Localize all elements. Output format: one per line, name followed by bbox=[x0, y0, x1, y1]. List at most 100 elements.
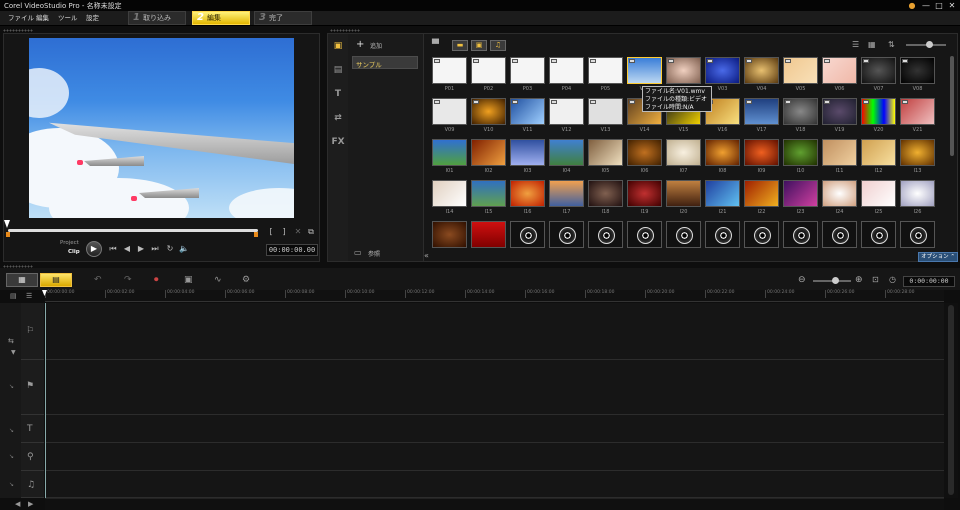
motion-track-icon[interactable]: ⚙ bbox=[242, 275, 250, 285]
track-link-icon[interactable]: ↘ bbox=[9, 427, 14, 434]
minimize-button[interactable]: — bbox=[920, 0, 932, 11]
music-track-header[interactable]: ♫ bbox=[21, 471, 44, 498]
media-thumbnail[interactable] bbox=[744, 139, 779, 166]
media-thumbnail[interactable] bbox=[627, 139, 662, 166]
media-thumbnail[interactable] bbox=[666, 180, 701, 207]
media-thumbnail[interactable] bbox=[471, 139, 506, 166]
scrub-bar[interactable] bbox=[8, 229, 258, 232]
media-thumbnail[interactable] bbox=[783, 180, 818, 207]
media-thumbnail[interactable] bbox=[549, 98, 584, 125]
add-folder-label[interactable]: 追加 bbox=[370, 41, 382, 50]
project-mode-label[interactable]: Project bbox=[60, 240, 79, 246]
track-link-icon[interactable]: ↘ bbox=[9, 481, 14, 488]
title-icon[interactable]: T bbox=[331, 88, 345, 100]
media-thumbnail[interactable] bbox=[432, 139, 467, 166]
sort-icon[interactable]: ⇅ bbox=[888, 40, 895, 49]
thumbnail-checkbox[interactable] bbox=[785, 100, 791, 104]
thumbnail-checkbox[interactable] bbox=[473, 59, 479, 63]
media-thumbnail[interactable] bbox=[510, 57, 545, 84]
zoom-knob[interactable] bbox=[832, 277, 839, 284]
redo-icon[interactable]: ↷ bbox=[124, 275, 132, 285]
title-track[interactable] bbox=[45, 415, 944, 443]
thumbnail-checkbox[interactable] bbox=[434, 100, 440, 104]
copy-icon[interactable]: ⧉ bbox=[306, 227, 316, 237]
media-thumbnail[interactable] bbox=[588, 180, 623, 207]
media-thumbnail[interactable] bbox=[861, 57, 896, 84]
media-thumbnail[interactable] bbox=[588, 139, 623, 166]
media-thumbnail[interactable] bbox=[822, 139, 857, 166]
media-thumbnail[interactable] bbox=[861, 139, 896, 166]
thumbnail-checkbox[interactable] bbox=[551, 100, 557, 104]
maximize-button[interactable]: □ bbox=[933, 0, 945, 11]
overlay-track[interactable] bbox=[45, 360, 944, 415]
play-button[interactable]: ▶ bbox=[86, 241, 102, 257]
media-thumbnail[interactable] bbox=[432, 221, 467, 248]
trim-start-handle[interactable] bbox=[6, 232, 10, 237]
media-thumbnail[interactable] bbox=[900, 98, 935, 125]
playhead-marker[interactable] bbox=[4, 220, 10, 228]
zoom-out-icon[interactable]: ⊖ bbox=[798, 275, 806, 285]
media-thumbnail[interactable] bbox=[744, 180, 779, 207]
menu-edit[interactable]: 編集 bbox=[36, 13, 49, 24]
title-track-header[interactable]: T bbox=[21, 415, 44, 443]
media-icon[interactable]: ▣ bbox=[331, 40, 345, 52]
step-capture[interactable]: 1 取り込み bbox=[128, 11, 186, 25]
menu-settings[interactable]: 設定 bbox=[86, 13, 99, 24]
thumbnail-checkbox[interactable] bbox=[473, 100, 479, 104]
record-icon[interactable]: ⏺ bbox=[154, 275, 159, 285]
media-thumbnail[interactable] bbox=[549, 139, 584, 166]
track-manager-icon[interactable]: ▤ bbox=[10, 292, 17, 300]
media-thumbnail[interactable] bbox=[900, 57, 935, 84]
repeat-icon[interactable]: ↻ bbox=[165, 244, 175, 254]
media-thumbnail[interactable] bbox=[822, 98, 857, 125]
show-video-button[interactable]: ▬ bbox=[452, 40, 468, 51]
audio-thumbnail[interactable] bbox=[861, 221, 896, 248]
audio-thumbnail[interactable] bbox=[744, 221, 779, 248]
media-thumbnail[interactable] bbox=[861, 98, 896, 125]
timeline-horizontal-scrollbar[interactable] bbox=[45, 498, 944, 510]
media-thumbnail[interactable] bbox=[900, 139, 935, 166]
mark-out-button[interactable]: ] bbox=[279, 227, 289, 237]
timeline-timecode[interactable]: 0:00:00:00 bbox=[903, 276, 955, 287]
folder-icon[interactable]: ▀ bbox=[432, 40, 439, 50]
help-icon[interactable]: ● bbox=[906, 0, 918, 11]
preview-video[interactable] bbox=[29, 38, 294, 218]
thumbnail-checkbox[interactable] bbox=[902, 100, 908, 104]
panel-grip[interactable] bbox=[3, 29, 33, 32]
thumbnail-checkbox[interactable] bbox=[824, 59, 830, 63]
media-thumbnail[interactable] bbox=[705, 57, 740, 84]
thumbnail-checkbox[interactable] bbox=[785, 59, 791, 63]
menu-tools[interactable]: ツール bbox=[58, 13, 78, 24]
media-thumbnail[interactable] bbox=[783, 57, 818, 84]
next-frame-icon[interactable]: ▶ bbox=[136, 244, 146, 254]
media-thumbnail[interactable] bbox=[588, 57, 623, 84]
thumbnail-checkbox[interactable] bbox=[824, 100, 830, 104]
fit-project-icon[interactable]: ⊡ bbox=[872, 275, 879, 284]
dropdown-icon[interactable]: ▼ bbox=[11, 349, 16, 356]
media-thumbnail[interactable] bbox=[471, 180, 506, 207]
show-photo-button[interactable]: ▣ bbox=[471, 40, 487, 51]
media-thumbnail[interactable] bbox=[432, 180, 467, 207]
thumbnail-checkbox[interactable] bbox=[590, 100, 596, 104]
thumbnail-checkbox[interactable] bbox=[434, 59, 440, 63]
voice-track-header[interactable]: ⚲ bbox=[21, 443, 44, 471]
audio-thumbnail[interactable] bbox=[783, 221, 818, 248]
undo-icon[interactable]: ↶ bbox=[94, 275, 102, 285]
media-thumbnail[interactable] bbox=[861, 180, 896, 207]
media-thumbnail[interactable] bbox=[549, 57, 584, 84]
video-track[interactable] bbox=[45, 303, 944, 360]
filter-icon[interactable]: FX bbox=[331, 136, 345, 148]
library-scrollbar[interactable] bbox=[950, 56, 954, 156]
track-link-icon[interactable]: ↘ bbox=[9, 453, 14, 460]
thumbnail-checkbox[interactable] bbox=[629, 59, 635, 63]
scroll-left-icon[interactable]: ◀ bbox=[15, 500, 20, 508]
media-thumbnail[interactable] bbox=[627, 57, 662, 84]
media-thumbnail[interactable] bbox=[627, 180, 662, 207]
thumbnail-checkbox[interactable] bbox=[512, 59, 518, 63]
audio-thumbnail[interactable] bbox=[549, 221, 584, 248]
ripple-edit-icon[interactable]: ⇆ bbox=[8, 337, 14, 345]
thumbnail-checkbox[interactable] bbox=[629, 100, 635, 104]
menu-file[interactable]: ファイル bbox=[8, 13, 34, 24]
thumbnail-checkbox[interactable] bbox=[590, 59, 596, 63]
audio-thumbnail[interactable] bbox=[822, 221, 857, 248]
